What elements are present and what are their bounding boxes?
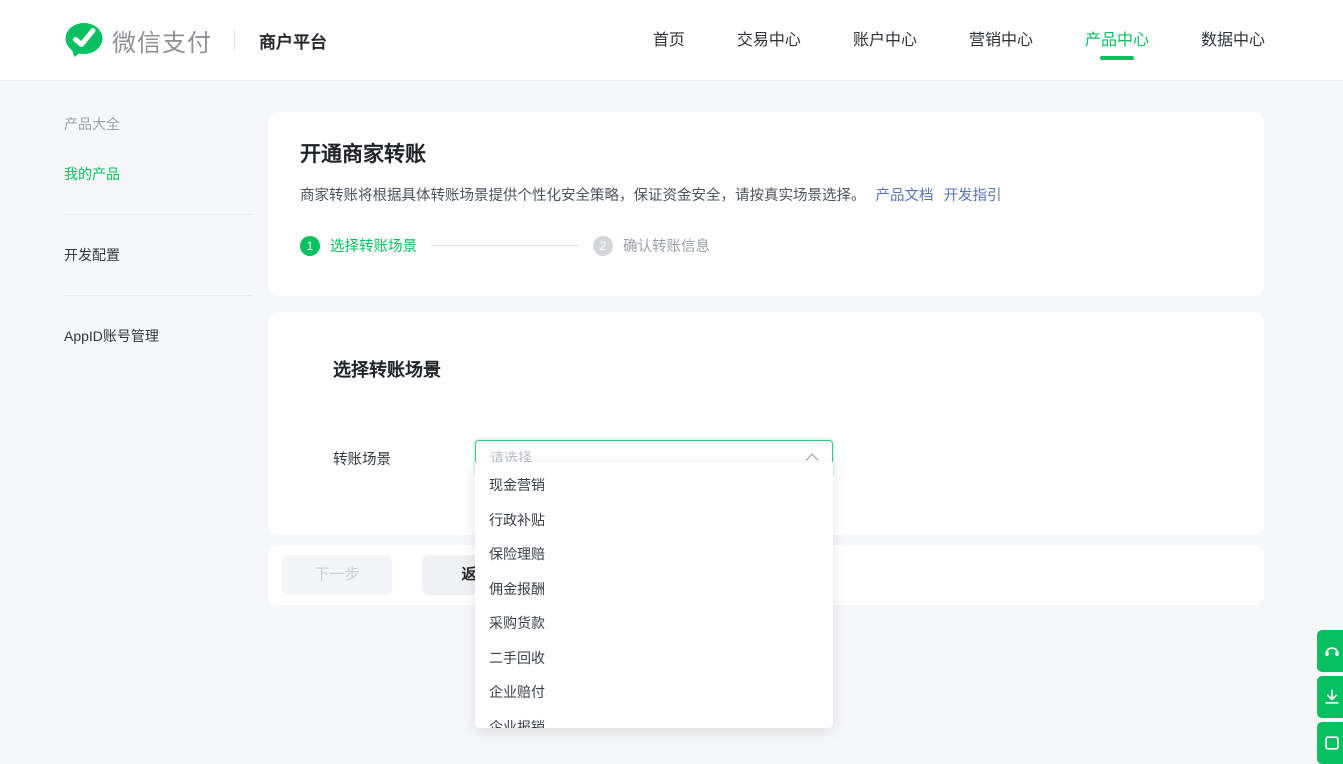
next-step-button[interactable]: 下一步: [282, 555, 392, 595]
brand-divider: [234, 30, 235, 50]
sidebar-item-my-products[interactable]: 我的产品: [64, 148, 252, 200]
download-icon: [1322, 687, 1342, 707]
sidebar-divider: [64, 295, 252, 296]
nav-item-marketing[interactable]: 营销中心: [969, 0, 1033, 81]
step-2-circle: 2: [593, 236, 613, 256]
nav-item-home[interactable]: 首页: [653, 0, 685, 81]
customer-service-icon: [1322, 641, 1342, 661]
product-doc-link[interactable]: 产品文档: [876, 188, 934, 204]
intro-card: 开通商家转账 商家转账将根据具体转账场景提供个性化安全策略，保证资金安全，请按真…: [268, 112, 1264, 296]
form-heading: 选择转账场景: [333, 356, 1232, 382]
dropdown-option-insurance-claim[interactable]: 保险理赔: [475, 537, 833, 572]
intro-description-text: 商家转账将根据具体转账场景提供个性化安全策略，保证资金安全，请按真实场景选择。: [300, 188, 866, 204]
sidebar-item-appid-management[interactable]: AppID账号管理: [64, 310, 252, 362]
sidebar-section-title: 产品大全: [64, 112, 252, 148]
feedback-icon: [1322, 733, 1342, 753]
dropdown-option-enterprise-compensation[interactable]: 企业赔付: [475, 675, 833, 710]
dropdown-option-admin-subsidy[interactable]: 行政补贴: [475, 503, 833, 538]
stepper: 1 选择转账场景 2 确认转账信息: [300, 235, 1232, 256]
dropdown-option-cash-marketing[interactable]: 现金营销: [475, 468, 833, 503]
nav-item-transactions[interactable]: 交易中心: [737, 0, 801, 81]
step-1-circle: 1: [300, 236, 320, 256]
nav-item-account[interactable]: 账户中心: [853, 0, 917, 81]
top-header: 微信支付 商户平台 首页 交易中心 账户中心 营销中心 产品中心 数据中心: [0, 0, 1343, 81]
step-2-label: 确认转账信息: [623, 235, 710, 256]
floating-customer-service-button[interactable]: [1317, 630, 1343, 672]
sidebar-divider: [64, 214, 252, 215]
logo-wordmark: 微信支付: [112, 23, 212, 58]
floating-download-button[interactable]: [1317, 676, 1343, 718]
scenario-dropdown-panel: 现金营销 行政补贴 保险理赔 佣金报酬 采购货款 二手回收 企业赔付 企业报销: [475, 462, 833, 728]
dev-guide-link[interactable]: 开发指引: [944, 188, 1002, 204]
nav-item-data[interactable]: 数据中心: [1201, 0, 1265, 81]
dropdown-option-commission[interactable]: 佣金报酬: [475, 572, 833, 607]
wechat-pay-logo-icon: [64, 22, 104, 58]
dropdown-option-enterprise-reimbursement[interactable]: 企业报销: [475, 710, 833, 729]
step-connector-line: [431, 245, 579, 246]
brand-area[interactable]: 微信支付 商户平台: [64, 22, 327, 58]
page-title: 开通商家转账: [300, 138, 1232, 168]
sidebar: 产品大全 我的产品 开发配置 AppID账号管理: [64, 112, 252, 362]
portal-title: 商户平台: [259, 28, 327, 53]
step-1-label: 选择转账场景: [330, 235, 417, 256]
main-nav: 首页 交易中心 账户中心 营销中心 产品中心 数据中心: [653, 0, 1265, 80]
intro-description: 商家转账将根据具体转账场景提供个性化安全策略，保证资金安全，请按真实场景选择。 …: [300, 184, 1232, 205]
dropdown-option-procurement[interactable]: 采购货款: [475, 606, 833, 641]
nav-item-products[interactable]: 产品中心: [1085, 0, 1149, 81]
dropdown-option-secondhand-recycle[interactable]: 二手回收: [475, 641, 833, 676]
sidebar-item-dev-config[interactable]: 开发配置: [64, 229, 252, 281]
floating-feedback-button[interactable]: [1317, 722, 1343, 764]
scenario-field-label: 转账场景: [333, 448, 475, 469]
